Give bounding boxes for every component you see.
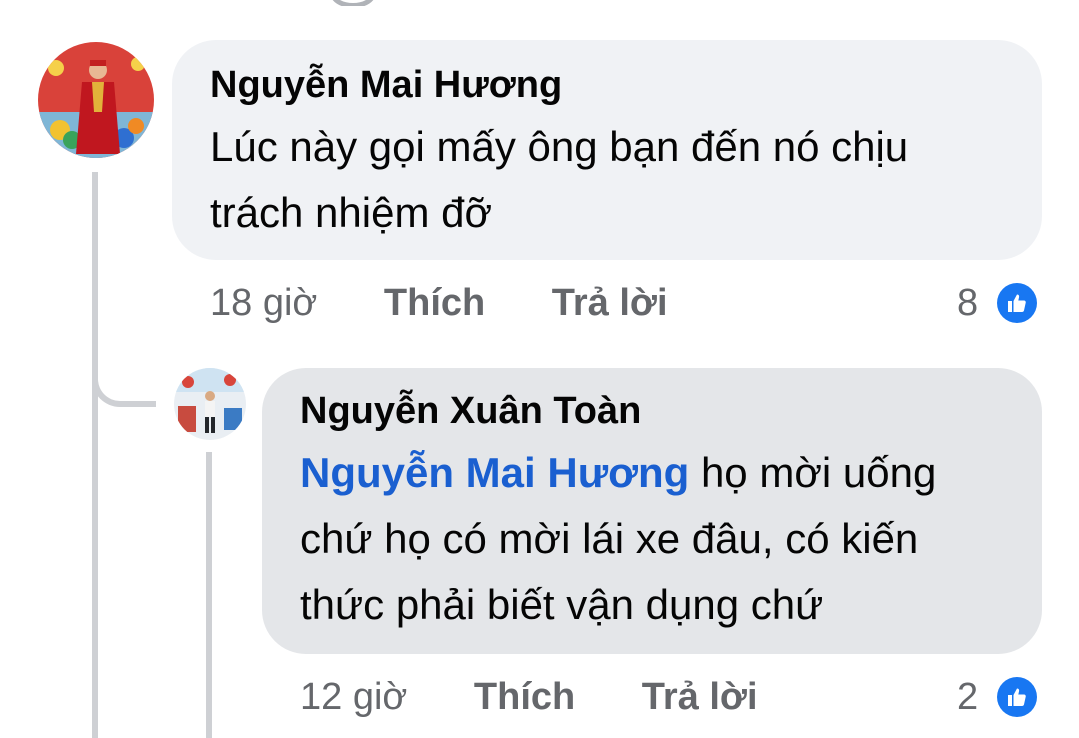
- avatar-photo: [174, 368, 246, 440]
- comment-text-line: Lúc này gọi mấy ông bạn đến nó chịu: [210, 123, 909, 170]
- comment-time[interactable]: 18 giờ: [210, 282, 317, 324]
- comment-text-segment: họ mời uống: [700, 449, 937, 496]
- thumbs-up-glyph: [1008, 688, 1026, 706]
- mention-link[interactable]: Nguyễn Mai Hương: [300, 449, 689, 496]
- comment-author[interactable]: Nguyễn Mai Hương: [210, 64, 562, 107]
- thread-line-main: [92, 172, 98, 738]
- reaction-count[interactable]: 2: [957, 676, 978, 719]
- comment-text-line: thức phải biết vận dụng chứ: [300, 581, 824, 628]
- comment-text-line: Nguyễn Mai Hương họ mời uống: [300, 440, 1020, 506]
- comment-text: Nguyễn Mai Hương họ mời uống chứ họ có m…: [300, 440, 1020, 638]
- avatar[interactable]: [38, 42, 154, 158]
- like-button[interactable]: Thích: [474, 676, 575, 718]
- comment-text: Lúc này gọi mấy ông bạn đến nó chịu trác…: [210, 114, 1020, 246]
- like-icon[interactable]: [994, 674, 1040, 720]
- thread-line-branch: [92, 355, 156, 407]
- comment-meta: 12 giờ Thích Trả lời: [300, 676, 758, 719]
- avatar[interactable]: [174, 368, 246, 440]
- like-icon[interactable]: [994, 280, 1040, 326]
- clipped-previous-content: [330, 0, 380, 6]
- comment-text-line: chứ họ có mời lái xe đâu, có kiến: [300, 515, 919, 562]
- thumbs-up-glyph: [1008, 294, 1026, 312]
- avatar-photo: [38, 42, 154, 158]
- reply-button[interactable]: Trả lời: [552, 282, 668, 324]
- comment-meta: 18 giờ Thích Trả lời: [210, 282, 668, 325]
- comment-author[interactable]: Nguyễn Xuân Toàn: [300, 390, 641, 433]
- reaction-count[interactable]: 8: [957, 282, 978, 325]
- reply-button[interactable]: Trả lời: [642, 676, 758, 718]
- thread-line-reply: [206, 452, 212, 738]
- like-button[interactable]: Thích: [384, 282, 485, 324]
- comment-text-line: trách nhiệm đỡ: [210, 189, 493, 236]
- comment-time[interactable]: 12 giờ: [300, 676, 407, 718]
